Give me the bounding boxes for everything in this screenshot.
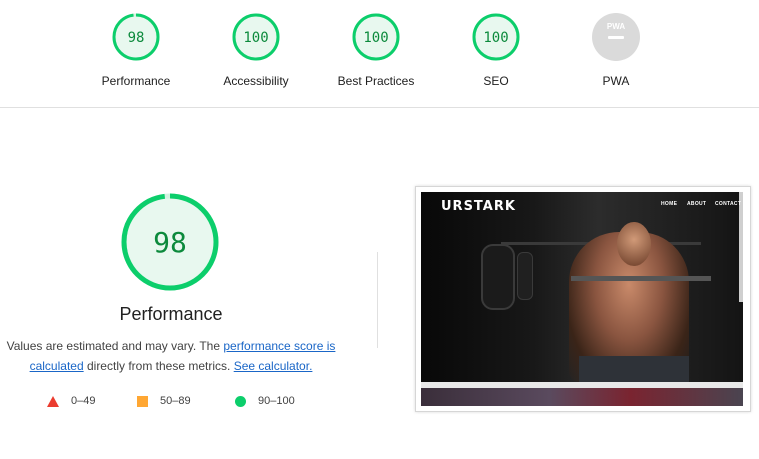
gauge-score: 98 [128,30,145,46]
desc-text: directly from these metrics. [83,359,234,373]
gauge-score: 100 [243,30,268,46]
scrollbar [739,192,743,302]
square-icon [137,395,148,407]
site-logo: URSTARK [441,199,516,214]
performance-gauge-large: 98 [118,190,222,299]
gauge-score: 100 [363,30,388,46]
gauge-label: PWA [602,74,630,88]
gauge-pwa[interactable]: PWA PWA [556,12,676,88]
gauge-label: SEO [483,74,509,88]
gauge-label: Accessibility [223,74,289,88]
gauge-ring: 100 [352,13,400,61]
gauge-ring: 100 [232,13,280,61]
gauge-score: 100 [483,30,508,46]
screenshot-image: URSTARK HOME ABOUT CONTACT [421,192,743,406]
gauge-ring: 100 [472,13,520,61]
pwa-badge-text: PWA [607,22,625,31]
legend-range: 0–49 [71,395,96,407]
gauge-ring: 98 [121,193,219,291]
gauge-label: Performance [101,74,171,88]
final-screenshot[interactable]: URSTARK HOME ABOUT CONTACT [415,186,751,412]
gauge-seo[interactable]: 100 SEO [436,12,556,88]
gauge-label: Best Practices [337,74,415,88]
gauge-ring: 98 [112,13,160,61]
performance-title: Performance [119,304,223,324]
legend-item-pass: 90–100 [235,395,295,407]
gauge-best-practices[interactable]: 100 Best Practices [316,12,436,88]
site-nav-contact: CONTACT [715,201,742,207]
performance-score: 98 [153,226,187,259]
category-summary-bar: 98 Performance 100 Accessibility 100 Bes… [0,0,759,108]
circle-icon [235,395,246,407]
second-section-image [421,388,743,406]
see-calculator-link[interactable]: See calculator. [234,359,313,373]
legend-range: 90–100 [258,395,295,407]
triangle-icon [47,395,59,407]
desc-text: Values are estimated and may vary. The [6,339,224,353]
divider [377,252,378,348]
gauge-performance[interactable]: 98 Performance [76,12,196,88]
legend-item-average: 50–89 [137,395,191,407]
gauge-accessibility[interactable]: 100 Accessibility [196,12,316,88]
performance-description: Values are estimated and may vary. The p… [0,336,342,376]
pwa-badge-icon: PWA [592,13,640,61]
legend-item-fail: 0–49 [47,395,95,407]
site-nav-about: ABOUT [687,201,707,207]
site-nav-home: HOME [661,201,678,207]
hero-image: URSTARK HOME ABOUT CONTACT [421,192,743,382]
legend-range: 50–89 [160,395,191,407]
